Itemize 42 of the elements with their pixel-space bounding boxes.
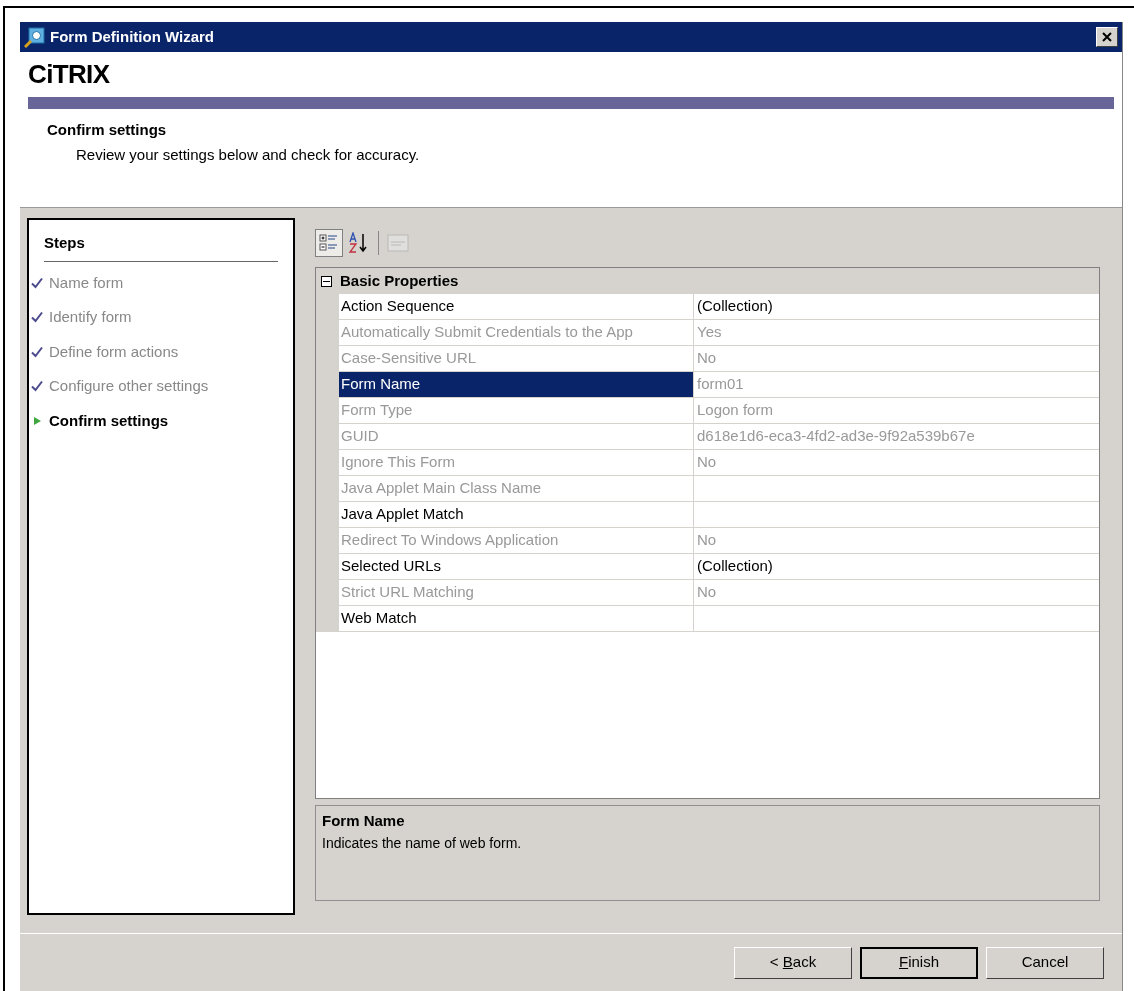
window-title: Form Definition Wizard [50, 26, 216, 47]
property-value: Yes [694, 320, 1099, 345]
step-item: Confirm settings [49, 410, 169, 431]
property-value: No [694, 346, 1099, 371]
checkmark-icon [31, 380, 43, 393]
dialog-button[interactable]: Cancel [986, 946, 1104, 979]
property-name[interactable]: Java Applet Match [339, 502, 694, 527]
close-icon [1102, 32, 1112, 42]
category-label: Basic Properties [340, 270, 459, 291]
property-value: Logon form [694, 398, 1099, 423]
checkmark-icon [31, 345, 43, 358]
checkmark-icon [31, 311, 43, 324]
property-value: No [694, 450, 1099, 475]
property-value: (Collection) [694, 294, 1099, 319]
step-item: Define form actions [49, 341, 179, 362]
property-name[interactable]: Web Match [339, 606, 694, 631]
collapse-button[interactable] [321, 275, 332, 287]
property-pages-icon [387, 232, 409, 253]
steps-heading: Steps [44, 233, 85, 253]
property-value: (Collection) [694, 554, 1099, 579]
logo: CiTRIX [28, 58, 110, 91]
close-button[interactable] [1096, 27, 1118, 47]
categorized-icon [319, 232, 339, 253]
property-value: No [694, 528, 1099, 553]
property-name[interactable]: Action Sequence [339, 294, 694, 319]
app-icon [24, 26, 46, 48]
property-value: form01 [694, 372, 1099, 397]
property-name[interactable]: Selected URLs [339, 554, 694, 579]
step-item: Identify form [49, 307, 132, 327]
page-heading: Confirm settings [47, 120, 167, 140]
dialog-button[interactable]: Finish [860, 946, 978, 979]
property-value: d618e1d6-eca3-4fd2-ad3e-9f92a539b67e [694, 424, 1099, 449]
step-item: Name form [49, 272, 124, 293]
description-title: Form Name [322, 811, 405, 831]
sort-az-icon [348, 231, 370, 254]
arrow-icon [31, 414, 43, 427]
checkmark-icon [31, 276, 43, 289]
property-value: No [694, 580, 1099, 605]
page-subheading: Review your settings below and check for accuracy. [76, 144, 420, 165]
dialog-button[interactable]: < Back [734, 946, 852, 979]
step-item: Configure other settings [49, 376, 209, 396]
description-text: Indicates the name of web form. [322, 833, 522, 853]
